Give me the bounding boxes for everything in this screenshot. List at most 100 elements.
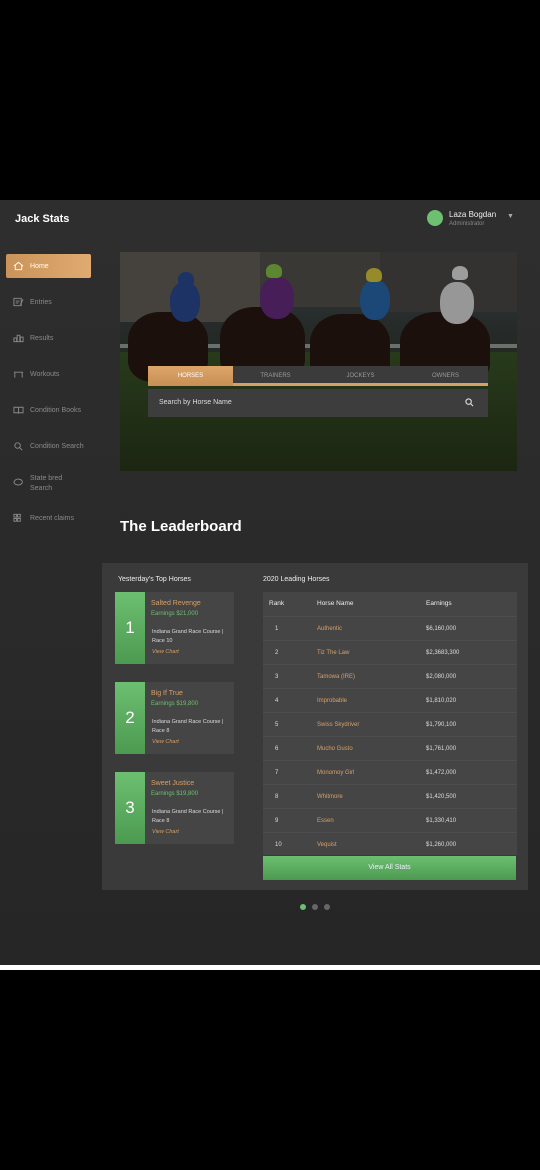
state-icon (12, 477, 24, 487)
view-chart-link[interactable]: View Chart (152, 649, 179, 655)
row-horse-name[interactable]: Authentic (317, 626, 342, 632)
view-all-stats-button[interactable]: View All Stats (263, 856, 516, 880)
sidebar-item-condition-books[interactable]: Condition Books (6, 398, 91, 422)
row-rank: 8 (275, 794, 279, 800)
table-header: Rank Horse Name Earnings (263, 592, 517, 614)
sidebar-item-home[interactable]: Home (6, 254, 91, 278)
sidebar-item-label: Recent claims (30, 515, 74, 522)
carousel-pagination (300, 904, 332, 910)
sidebar-item-label: Home (30, 263, 49, 270)
row-horse-name[interactable]: Improbable (317, 698, 347, 704)
top-horse-rank: 2 (115, 682, 145, 754)
row-earnings: $2,3683,300 (426, 650, 460, 656)
search-icon[interactable] (465, 398, 474, 407)
row-horse-name[interactable]: Essen (317, 818, 334, 824)
column-header-rank: Rank (269, 600, 285, 607)
search-input[interactable]: Search by Horse Name (148, 389, 488, 417)
row-rank: 3 (275, 674, 279, 680)
workouts-icon (12, 369, 24, 379)
table-row[interactable]: 5 Swiss Skydriver $1,790,100 (263, 712, 517, 736)
top-horse-earnings: Earnings $21,000 (151, 611, 199, 617)
top-horse-course: Indiana Grand Race Course | Race 10 (152, 629, 224, 644)
user-menu[interactable]: Laza Bogdan Administrator ▼ (427, 208, 537, 232)
sidebar-item-label: Condition Books (30, 407, 81, 414)
brand-title: Jack Stats (15, 213, 70, 225)
row-rank: 10 (275, 842, 282, 848)
leading-horses-table: Rank Horse Name Earnings 1 Authentic $6,… (263, 592, 517, 855)
top-horse-name[interactable]: Sweet Justice (151, 780, 194, 787)
row-rank: 4 (275, 698, 279, 704)
row-earnings: $1,810,020 (426, 698, 457, 704)
search-tabs: HORSES TRAINERS JOCKEYS OWNERS (148, 366, 488, 386)
table-row[interactable]: 4 Improbable $1,810,020 (263, 688, 517, 712)
carousel-dot[interactable] (300, 904, 306, 910)
row-horse-name[interactable]: Whitmore (317, 794, 343, 800)
carousel-dot[interactable] (312, 904, 318, 910)
sidebar-item-recent-claims[interactable]: Recent claims (6, 506, 91, 530)
row-horse-name[interactable]: Swiss Skydriver (317, 722, 359, 728)
top-horse-card[interactable]: 2 Big If True Earnings $19,800 Indiana G… (115, 682, 234, 754)
top-horse-course: Indiana Grand Race Course | Race 8 (152, 719, 224, 734)
sidebar-item-condition-search[interactable]: Condition Search (6, 434, 91, 458)
claims-icon (12, 513, 24, 523)
row-horse-name[interactable]: Monomoy Girl (317, 770, 354, 776)
view-chart-link[interactable]: View Chart (152, 739, 179, 745)
leading-horses-title: 2020 Leading Horses (263, 576, 330, 583)
top-horse-rank: 1 (115, 592, 145, 664)
user-name: Laza Bogdan (449, 210, 497, 219)
column-header-earnings: Earnings (426, 600, 452, 607)
sidebar-item-label: Entries (30, 299, 52, 306)
tab-trainers[interactable]: TRAINERS (233, 366, 318, 386)
top-horse-earnings: Earnings $19,800 (151, 701, 199, 707)
home-icon (12, 261, 24, 271)
tab-owners[interactable]: OWNERS (403, 366, 488, 386)
row-earnings: $1,761,000 (426, 746, 457, 752)
view-chart-link[interactable]: View Chart (152, 829, 179, 835)
table-row[interactable]: 2 Tiz The Law $2,3683,300 (263, 640, 517, 664)
results-icon (12, 333, 24, 343)
sidebar-item-results[interactable]: Results (6, 326, 91, 350)
table-row[interactable]: 6 Mucho Gusto $1,761,000 (263, 736, 517, 760)
table-row[interactable]: 8 Whitmore $1,420,500 (263, 784, 517, 808)
sidebar-item-state-bred[interactable]: State bred Search (6, 470, 91, 498)
search-icon (12, 441, 24, 451)
top-horse-card[interactable]: 3 Sweet Justice Earnings $19,800 Indiana… (115, 772, 234, 844)
sidebar-item-workouts[interactable]: Workouts (6, 362, 91, 386)
hero-race-image (120, 252, 517, 471)
tab-jockeys[interactable]: JOCKEYS (318, 366, 403, 386)
sidebar-item-entries[interactable]: Entries (6, 290, 91, 314)
sidebar-item-label: Workouts (30, 371, 60, 378)
search-placeholder: Search by Horse Name (159, 399, 232, 406)
chevron-down-icon[interactable]: ▼ (507, 213, 514, 220)
row-earnings: $6,160,000 (426, 626, 457, 632)
row-horse-name[interactable]: Mucho Gusto (317, 746, 353, 752)
entries-icon (12, 297, 24, 307)
table-row[interactable]: 7 Monomoy Girl $1,472,000 (263, 760, 517, 784)
search-panel: HORSES TRAINERS JOCKEYS OWNERS Search by… (148, 366, 488, 418)
row-earnings: $1,420,500 (426, 794, 457, 800)
row-horse-name[interactable]: Tamowa (IRE) (317, 674, 355, 680)
row-horse-name[interactable]: Vequist (317, 842, 337, 848)
top-horses-title: Yesterday's Top Horses (118, 576, 191, 583)
row-rank: 1 (275, 626, 279, 632)
top-horse-card[interactable]: 1 Salted Revenge Earnings $21,000 Indian… (115, 592, 234, 664)
book-icon (12, 405, 24, 415)
sidebar-item-label-line2: Search (30, 485, 53, 492)
row-rank: 9 (275, 818, 279, 824)
column-header-name: Horse Name (317, 600, 354, 607)
top-horse-earnings: Earnings $19,800 (151, 791, 199, 797)
row-earnings: $1,330,410 (426, 818, 457, 824)
tab-horses[interactable]: HORSES (148, 366, 233, 386)
page-title: The Leaderboard (120, 518, 242, 535)
avatar (427, 210, 443, 226)
table-row[interactable]: 1 Authentic $6,160,000 (263, 616, 517, 640)
table-row[interactable]: 10 Vequist $1,260,000 (263, 832, 517, 856)
table-row[interactable]: 3 Tamowa (IRE) $2,080,000 (263, 664, 517, 688)
row-rank: 6 (275, 746, 279, 752)
row-earnings: $2,080,000 (426, 674, 457, 680)
top-horse-name[interactable]: Big If True (151, 690, 183, 697)
top-horse-name[interactable]: Salted Revenge (151, 600, 201, 607)
carousel-dot[interactable] (324, 904, 330, 910)
row-horse-name[interactable]: Tiz The Law (317, 650, 349, 656)
table-row[interactable]: 9 Essen $1,330,410 (263, 808, 517, 832)
